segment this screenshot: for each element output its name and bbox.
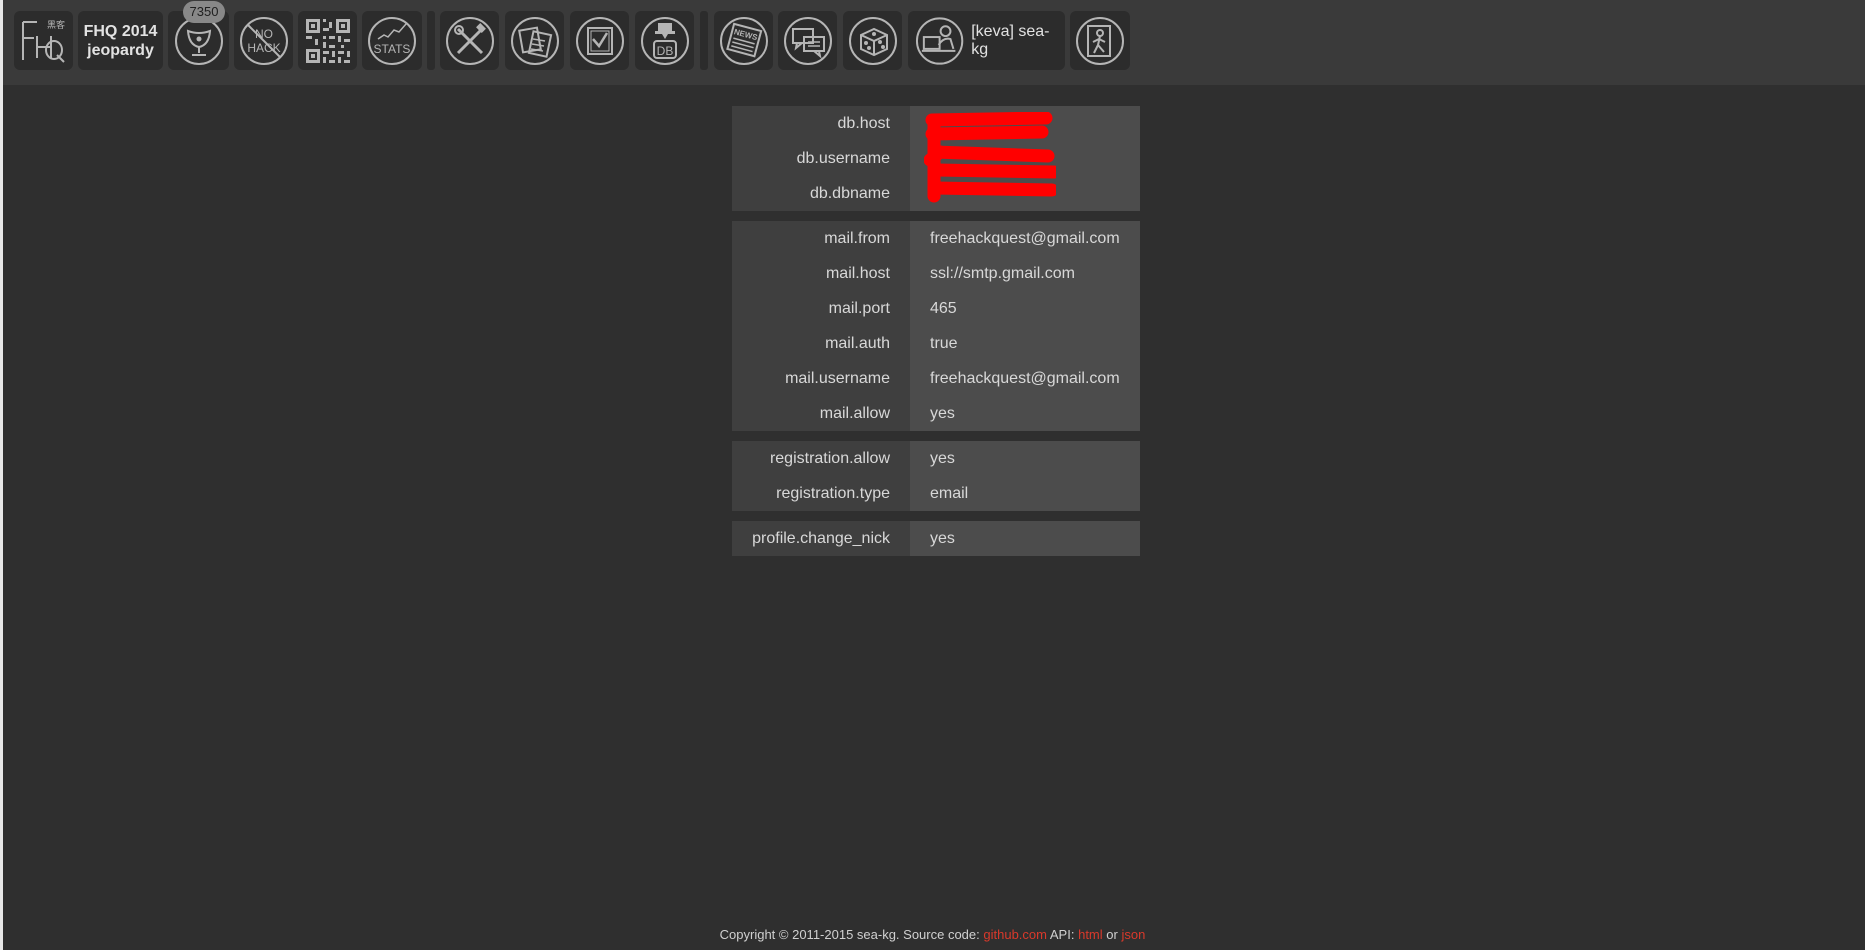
stats-button[interactable]: STATS bbox=[362, 11, 422, 70]
tools-icon bbox=[445, 16, 494, 65]
checklist-icon bbox=[575, 16, 624, 65]
setting-value: true bbox=[910, 326, 1140, 361]
settings-row: registration.allow yes bbox=[732, 441, 1140, 476]
stats-icon: STATS bbox=[368, 16, 416, 65]
setting-key: db.host bbox=[732, 106, 910, 141]
setting-key: mail.port bbox=[732, 291, 910, 326]
top-toolbar: 黑客 FHQ 2014 jeopardy 7350 NO HACK STATS … bbox=[3, 0, 1865, 85]
page-footer: Copyright © 2011-2015 sea-kg. Source cod… bbox=[0, 927, 1865, 942]
setting-key: registration.allow bbox=[732, 441, 910, 476]
no-hack-button[interactable]: NO HACK bbox=[234, 11, 293, 70]
toolbar-separator bbox=[427, 11, 435, 70]
logout-button[interactable] bbox=[1070, 11, 1130, 70]
no-hack-icon: NO HACK bbox=[239, 16, 288, 65]
copyright-text: Copyright © 2011-2015 sea-kg. Source cod… bbox=[719, 927, 980, 942]
setting-value: ssl://smtp.gmail.com bbox=[910, 256, 1140, 291]
setting-key: db.username bbox=[732, 141, 910, 176]
settings-row: mail.allow yes bbox=[732, 396, 1140, 431]
settings-row: mail.port 465 bbox=[732, 291, 1140, 326]
or-label: or bbox=[1106, 927, 1118, 942]
window-edge bbox=[0, 0, 3, 950]
score-badge: 7350 bbox=[183, 1, 225, 23]
settings-row: mail.from freehackquest@gmail.com bbox=[732, 221, 1140, 256]
setting-key: mail.from bbox=[732, 221, 910, 256]
settings-group-profile: profile.change_nick yes bbox=[732, 521, 1140, 556]
settings-row: mail.host ssl://smtp.gmail.com bbox=[732, 256, 1140, 291]
setting-value: yes bbox=[910, 521, 1140, 556]
user-profile-button[interactable]: [keva] sea-kg bbox=[908, 11, 1065, 70]
setting-key: registration.type bbox=[732, 476, 910, 511]
random-button[interactable] bbox=[843, 11, 902, 70]
settings-row: profile.change_nick yes bbox=[732, 521, 1140, 556]
api-json-link[interactable]: json bbox=[1121, 927, 1145, 942]
settings-group-db: db.host db.username db.dbname bbox=[732, 106, 1140, 211]
db-text: DB bbox=[656, 44, 673, 58]
no-hack-text-2: HACK bbox=[247, 41, 280, 55]
setting-value: freehackquest@gmail.com bbox=[910, 221, 1140, 256]
user-profile-icon bbox=[915, 16, 964, 65]
api-label: API: bbox=[1049, 927, 1075, 942]
dice-icon bbox=[848, 16, 897, 65]
documents-icon bbox=[510, 16, 559, 65]
api-html-link[interactable]: html bbox=[1078, 927, 1103, 942]
brand-line2: jeopardy bbox=[87, 41, 154, 59]
setting-value: freehackquest@gmail.com bbox=[910, 361, 1140, 396]
redaction-scribble bbox=[924, 112, 1056, 203]
svg-text:黑客: 黑客 bbox=[47, 19, 65, 31]
database-icon: DB bbox=[640, 16, 689, 65]
logout-icon bbox=[1076, 16, 1124, 65]
setting-key: mail.host bbox=[732, 256, 910, 291]
stats-text: STATS bbox=[374, 42, 411, 56]
brand-line1: FHQ 2014 bbox=[83, 22, 158, 40]
setting-value: 465 bbox=[910, 291, 1140, 326]
checklist-button[interactable] bbox=[570, 11, 629, 70]
setting-key: db.dbname bbox=[732, 176, 910, 211]
github-link[interactable]: github.com bbox=[983, 927, 1047, 942]
toolbar-separator bbox=[700, 11, 708, 70]
admin-tools-button[interactable] bbox=[440, 11, 499, 70]
setting-value: email bbox=[910, 476, 1140, 511]
fhq-logo-button[interactable]: 黑客 bbox=[14, 11, 73, 70]
setting-value: yes bbox=[910, 441, 1140, 476]
username-label: [keva] sea-kg bbox=[971, 22, 1050, 58]
database-button[interactable]: DB bbox=[635, 11, 694, 70]
qr-code-button[interactable] bbox=[298, 11, 357, 70]
settings-group-mail: mail.from freehackquest@gmail.com mail.h… bbox=[732, 221, 1140, 431]
settings-group-registration: registration.allow yes registration.type… bbox=[732, 441, 1140, 511]
setting-key: profile.change_nick bbox=[732, 521, 910, 556]
setting-key: mail.username bbox=[732, 361, 910, 396]
no-hack-text-1: NO bbox=[255, 27, 273, 41]
settings-row: mail.auth true bbox=[732, 326, 1140, 361]
settings-table: db.host db.username db.dbname mail.from … bbox=[732, 106, 1140, 566]
brand-title[interactable]: FHQ 2014 jeopardy bbox=[78, 11, 163, 70]
settings-row: mail.username freehackquest@gmail.com bbox=[732, 361, 1140, 396]
setting-key: mail.auth bbox=[732, 326, 910, 361]
chat-icon bbox=[783, 16, 832, 65]
settings-row: registration.type email bbox=[732, 476, 1140, 511]
qr-code-icon bbox=[305, 18, 350, 63]
news-icon: NEWS bbox=[719, 16, 768, 65]
fhq-logo-icon: 黑客 bbox=[21, 19, 65, 63]
quests-button[interactable] bbox=[505, 11, 564, 70]
news-button[interactable]: NEWS bbox=[714, 11, 773, 70]
feedback-button[interactable] bbox=[778, 11, 837, 70]
setting-key: mail.allow bbox=[732, 396, 910, 431]
setting-value: yes bbox=[910, 396, 1140, 431]
